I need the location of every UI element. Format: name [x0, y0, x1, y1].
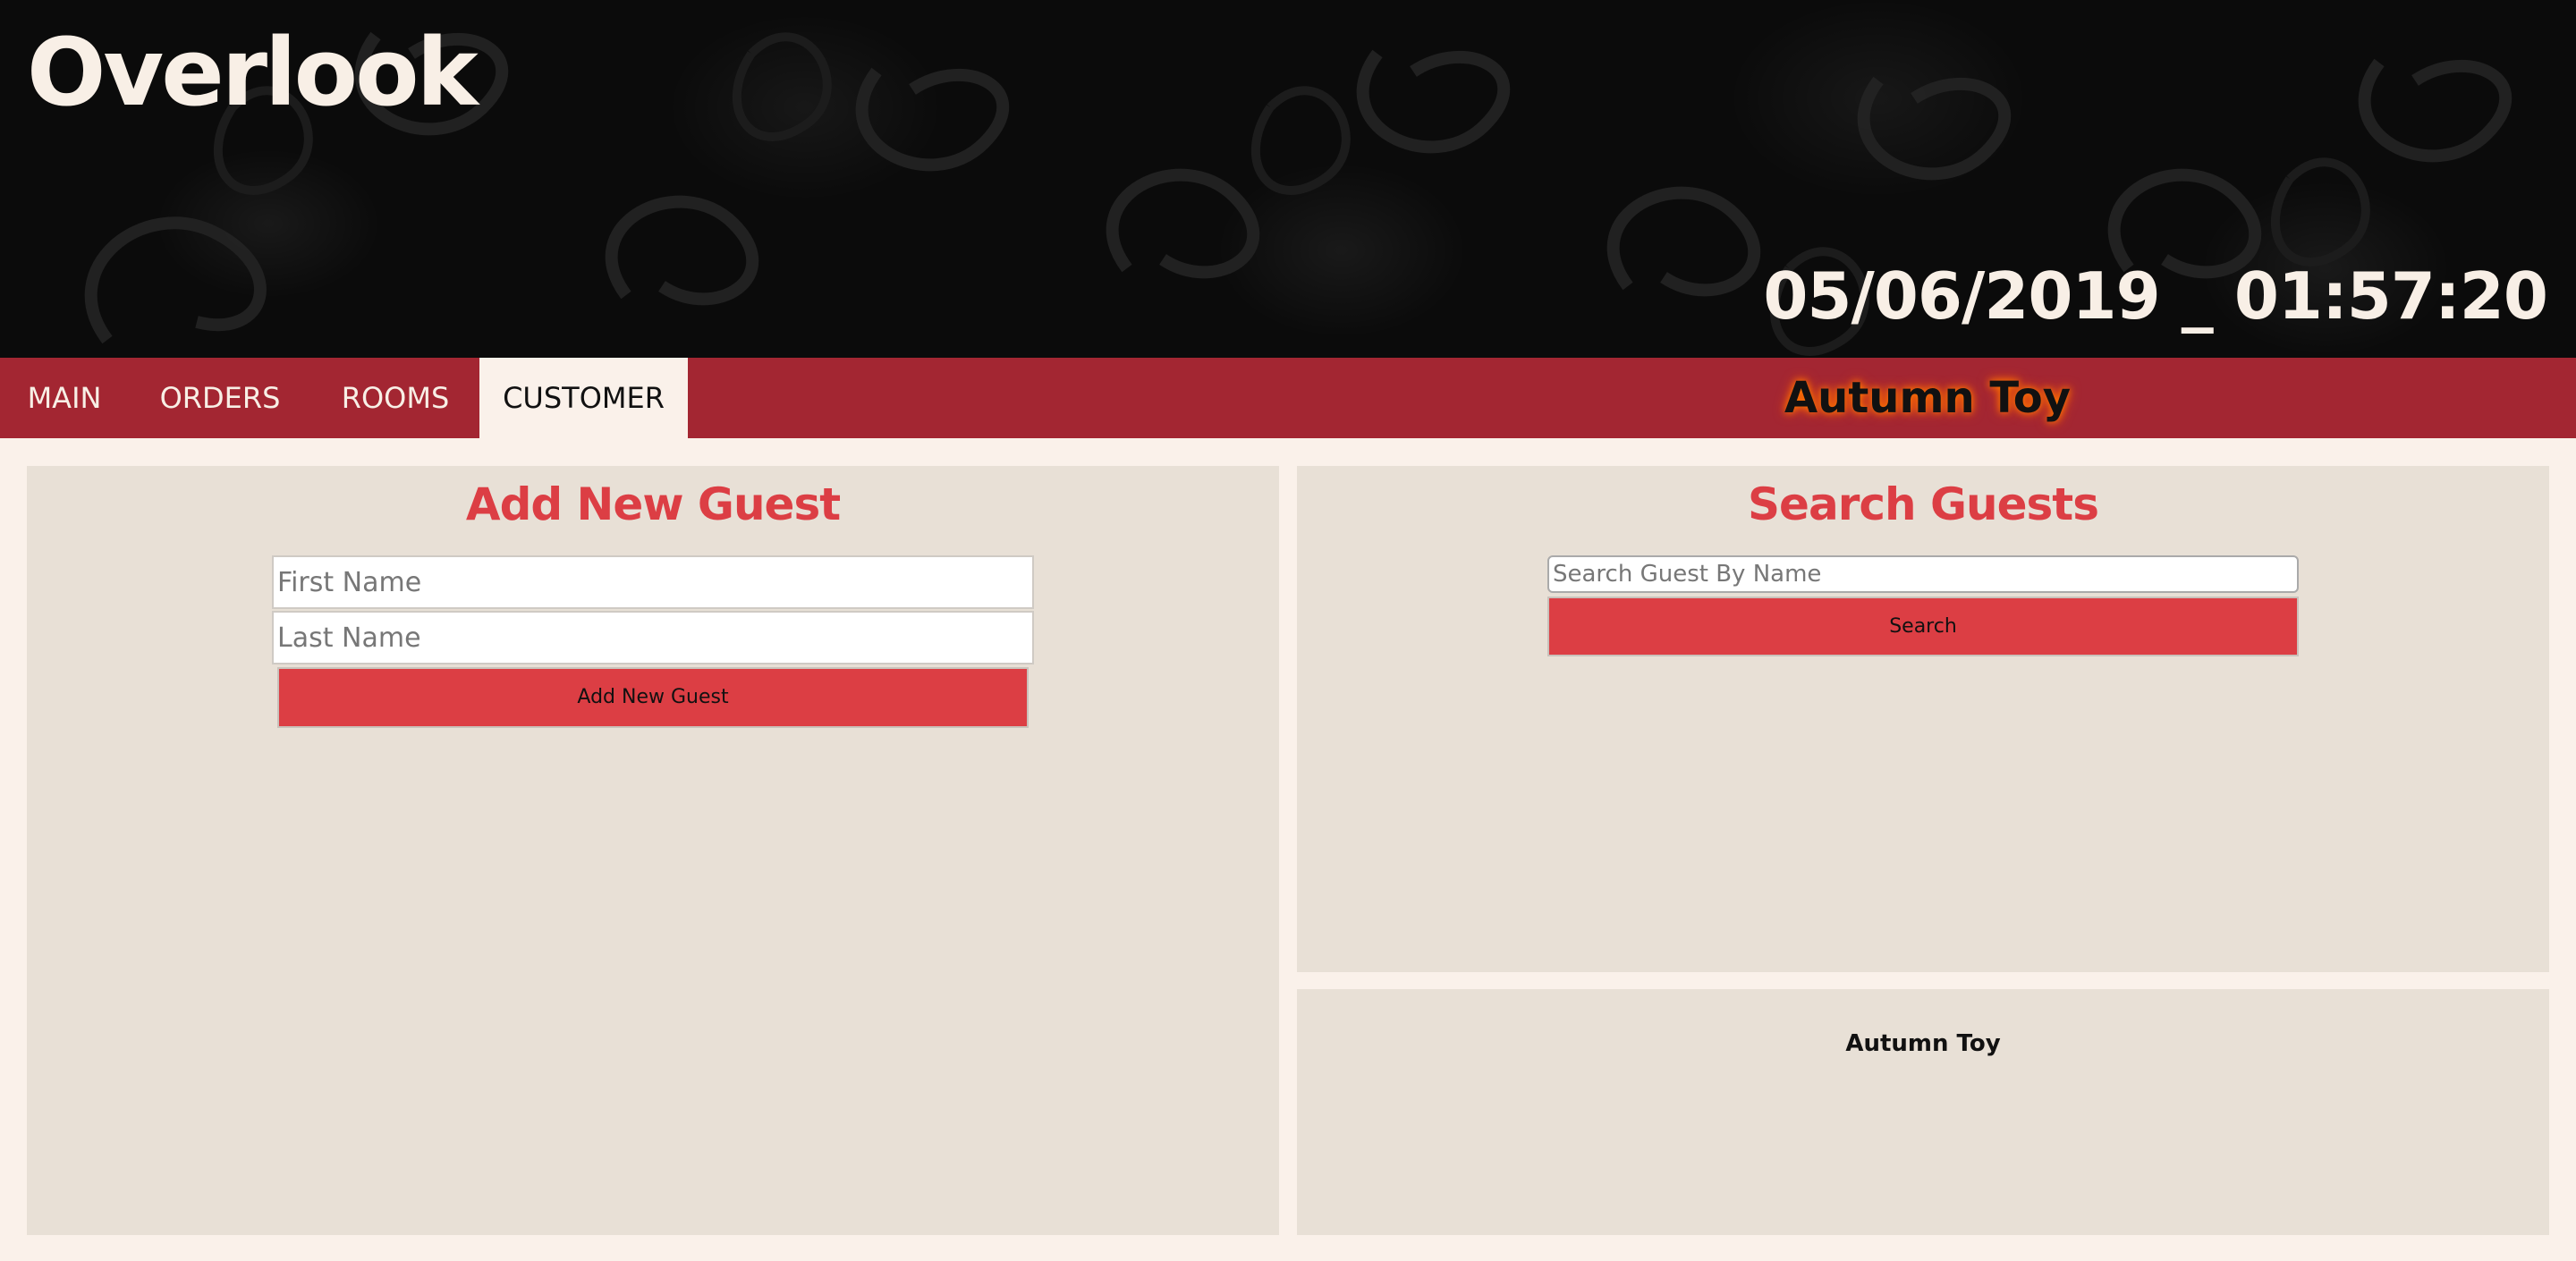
tab-rooms[interactable]: ROOMS	[311, 358, 479, 438]
last-name-input[interactable]	[272, 611, 1034, 664]
site-title: Overlook	[27, 18, 479, 127]
add-guest-panel: Add New Guest Add New Guest	[27, 466, 1279, 1235]
search-button[interactable]: Search	[1547, 597, 2299, 656]
search-guests-title: Search Guests	[1748, 478, 2099, 530]
add-guest-title: Add New Guest	[465, 478, 841, 530]
datetime-display: 05/06/2019 _ 01:57:20	[1763, 258, 2548, 334]
guest-result-panel: Autumn Toy	[1297, 989, 2549, 1235]
search-guests-panel: Search Guests Search	[1297, 466, 2549, 972]
tab-main[interactable]: MAIN	[0, 358, 129, 438]
nav-bar: MAIN ORDERS ROOMS CUSTOMER Autumn Toy	[0, 358, 2576, 438]
header-banner: Overlook 05/06/2019 _ 01:57:20	[0, 0, 2576, 358]
search-guest-input[interactable]	[1547, 555, 2299, 593]
add-new-guest-button[interactable]: Add New Guest	[277, 667, 1029, 728]
tab-customer[interactable]: CUSTOMER	[479, 358, 688, 438]
guest-result-name[interactable]: Autumn Toy	[1297, 1030, 2549, 1057]
first-name-input[interactable]	[272, 555, 1034, 609]
tab-orders[interactable]: ORDERS	[129, 358, 311, 438]
current-user-name: Autumn Toy	[1784, 373, 2071, 423]
